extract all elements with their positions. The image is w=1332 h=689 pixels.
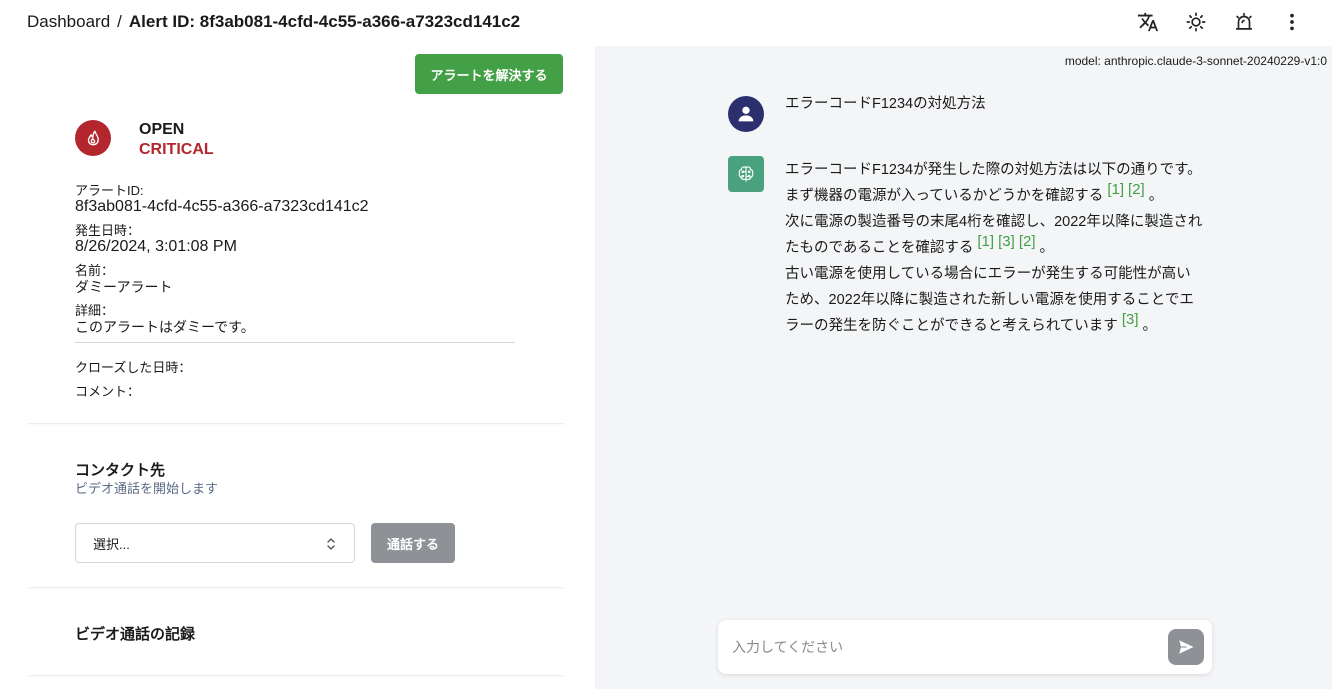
assistant-line-3: 次に電源の製造番号の末尾4桁を確認し、2022年以降に製造されたものであることを…: [785, 209, 1205, 261]
alert-date-field: 発生日時： 8/26/2024, 3:01:08 PM: [75, 224, 237, 256]
assistant-avatar: [728, 156, 764, 192]
status-label: OPEN: [139, 121, 185, 138]
alert-status-avatar: [75, 120, 111, 156]
assistant-message: エラーコードF1234が発生した際の対処方法は以下の通りです。 まず機器の電源が…: [785, 157, 1205, 339]
assistant-line-4: 古い電源を使用している場合にエラーが発生する可能性が高いため、2022年以降に製…: [785, 261, 1205, 339]
citation-link[interactable]: [3]: [998, 233, 1015, 250]
alert-name-field: 名前： ダミーアラート: [75, 264, 172, 296]
citation-link[interactable]: [3]: [1122, 311, 1139, 328]
section-divider: [28, 423, 564, 424]
person-icon: [738, 106, 754, 122]
assistant-line-4-period: 。: [1142, 318, 1158, 334]
alert-detail-panel: アラートを解決する OPEN CRITICAL アラートID: 8f3ab081…: [0, 46, 595, 689]
translate-icon[interactable]: [1136, 10, 1160, 34]
alert-detail-label: 詳細：: [75, 303, 115, 318]
detail-divider: [75, 342, 515, 343]
assistant-line-3-period: 。: [1039, 240, 1055, 256]
video-call-records-title: ビデオ通話の記録: [75, 626, 196, 643]
chat-input-container: [718, 620, 1212, 674]
assistant-line-2-period: 。: [1148, 188, 1164, 204]
header-actions: [1136, 10, 1304, 34]
alert-detail-value: このアラートはダミーです。: [75, 319, 255, 335]
alert-id-value: 8f3ab081-4cfd-4c55-a366-a7323cd141c2: [75, 198, 369, 215]
theme-toggle-icon[interactable]: [1184, 10, 1208, 34]
severity-label: CRITICAL: [139, 141, 214, 158]
call-button[interactable]: 通話する: [371, 523, 455, 563]
alert-id-label: アラートID:: [75, 183, 144, 198]
assistant-line-2-text: まず機器の電源が入っているかどうかを確認する: [785, 188, 1104, 204]
contact-select[interactable]: 選択...: [75, 523, 355, 563]
contact-select-value: 選択...: [93, 536, 130, 552]
section-divider: [28, 587, 564, 588]
citation-link[interactable]: [2]: [1019, 233, 1036, 250]
ai-brain-icon: [738, 166, 754, 182]
citation-link[interactable]: [1]: [977, 233, 994, 250]
alert-id-field: アラートID: 8f3ab081-4cfd-4c55-a366-a7323cd1…: [75, 184, 369, 216]
chat-panel: model: anthropic.claude-3-sonnet-2024022…: [595, 46, 1332, 689]
assistant-line-1: エラーコードF1234が発生した際の対処方法は以下の通りです。: [785, 162, 1202, 178]
assistant-line-2: まず機器の電源が入っているかどうかを確認する [1] [2] 。: [785, 181, 1205, 209]
contact-section-subtitle: ビデオ通話を開始します: [75, 481, 219, 496]
breadcrumb-current: Alert ID: 8f3ab081-4cfd-4c55-a366-a7323c…: [128, 12, 521, 31]
breadcrumb-separator: /: [117, 12, 122, 31]
breadcrumb: Dashboard / Alert ID: 8f3ab081-4cfd-4c55-a…: [27, 12, 520, 32]
breadcrumb-dashboard-link[interactable]: Dashboard: [27, 12, 110, 31]
alert-name-label: 名前：: [75, 263, 115, 278]
top-header: Dashboard / Alert ID: 8f3ab081-4cfd-4c55-a…: [0, 0, 1332, 46]
send-button[interactable]: [1168, 629, 1204, 665]
user-avatar: [728, 96, 764, 132]
alert-status: OPEN CRITICAL: [139, 120, 214, 160]
send-icon: [1179, 640, 1194, 654]
contact-section-title: コンタクト先: [75, 462, 166, 479]
user-message: エラーコードF1234の対処方法: [785, 96, 986, 112]
select-chevron-icon: [327, 538, 335, 550]
alert-detail-field: 詳細： このアラートはダミーです。: [75, 304, 255, 336]
alert-date-value: 8/26/2024, 3:01:08 PM: [75, 238, 237, 255]
citation-link[interactable]: [2]: [1128, 181, 1145, 198]
citation-link[interactable]: [1]: [1107, 181, 1124, 198]
resolve-alert-button[interactable]: アラートを解決する: [415, 54, 563, 94]
alert-name-value: ダミーアラート: [75, 279, 173, 295]
chat-input[interactable]: [732, 636, 1152, 658]
more-vert-icon[interactable]: [1280, 10, 1304, 34]
alert-date-label: 発生日時：: [75, 223, 141, 238]
fire-icon: [87, 130, 99, 146]
alarm-icon[interactable]: [1232, 10, 1256, 34]
comment-label: コメント：: [75, 384, 141, 399]
closed-date-label: クローズした日時：: [75, 360, 192, 375]
section-divider: [28, 675, 564, 676]
model-label: model: anthropic.claude-3-sonnet-2024022…: [1064, 54, 1327, 68]
